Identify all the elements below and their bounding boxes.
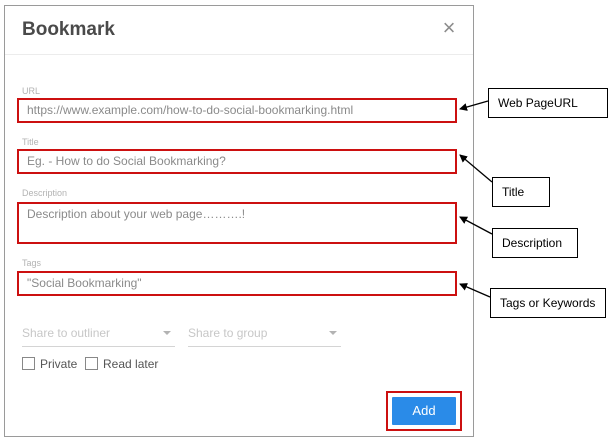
- callout-title: Title: [492, 177, 550, 207]
- tags-arrow-icon: [459, 283, 491, 298]
- callout-title-text: Title: [502, 185, 525, 199]
- callout-arrows: [459, 100, 493, 298]
- callout-web-page-url-text: Web PageURL: [498, 96, 578, 110]
- callout-description-text: Description: [502, 236, 563, 250]
- callout-web-page-url: Web PageURL: [488, 88, 608, 118]
- callout-tags: Tags or Keywords: [490, 288, 606, 318]
- callout-description: Description: [492, 228, 578, 258]
- callout-tags-text: Tags or Keywords: [500, 296, 596, 310]
- title-arrow-icon: [459, 154, 493, 183]
- url-arrow-icon: [459, 100, 489, 111]
- description-arrow-icon: [459, 216, 493, 235]
